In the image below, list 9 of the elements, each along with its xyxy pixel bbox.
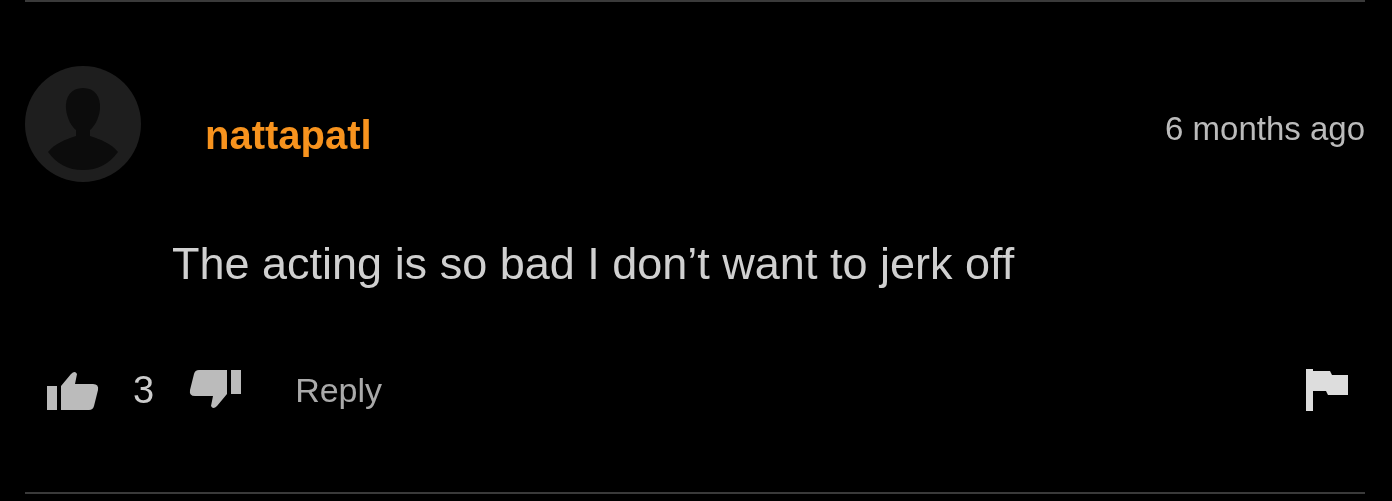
reply-button[interactable]: Reply [295, 370, 383, 410]
like-count: 3 [133, 368, 155, 412]
username[interactable]: nattapatl [205, 112, 372, 158]
thumbs-up-icon[interactable] [47, 370, 99, 410]
comment-text: The acting is so bad I don’t want to jerk off [172, 238, 1016, 290]
thumbs-down-icon[interactable] [188, 370, 242, 410]
timestamp: 6 months ago [1165, 110, 1365, 148]
avatar-icon [25, 66, 141, 182]
flag-icon[interactable] [1306, 369, 1348, 411]
